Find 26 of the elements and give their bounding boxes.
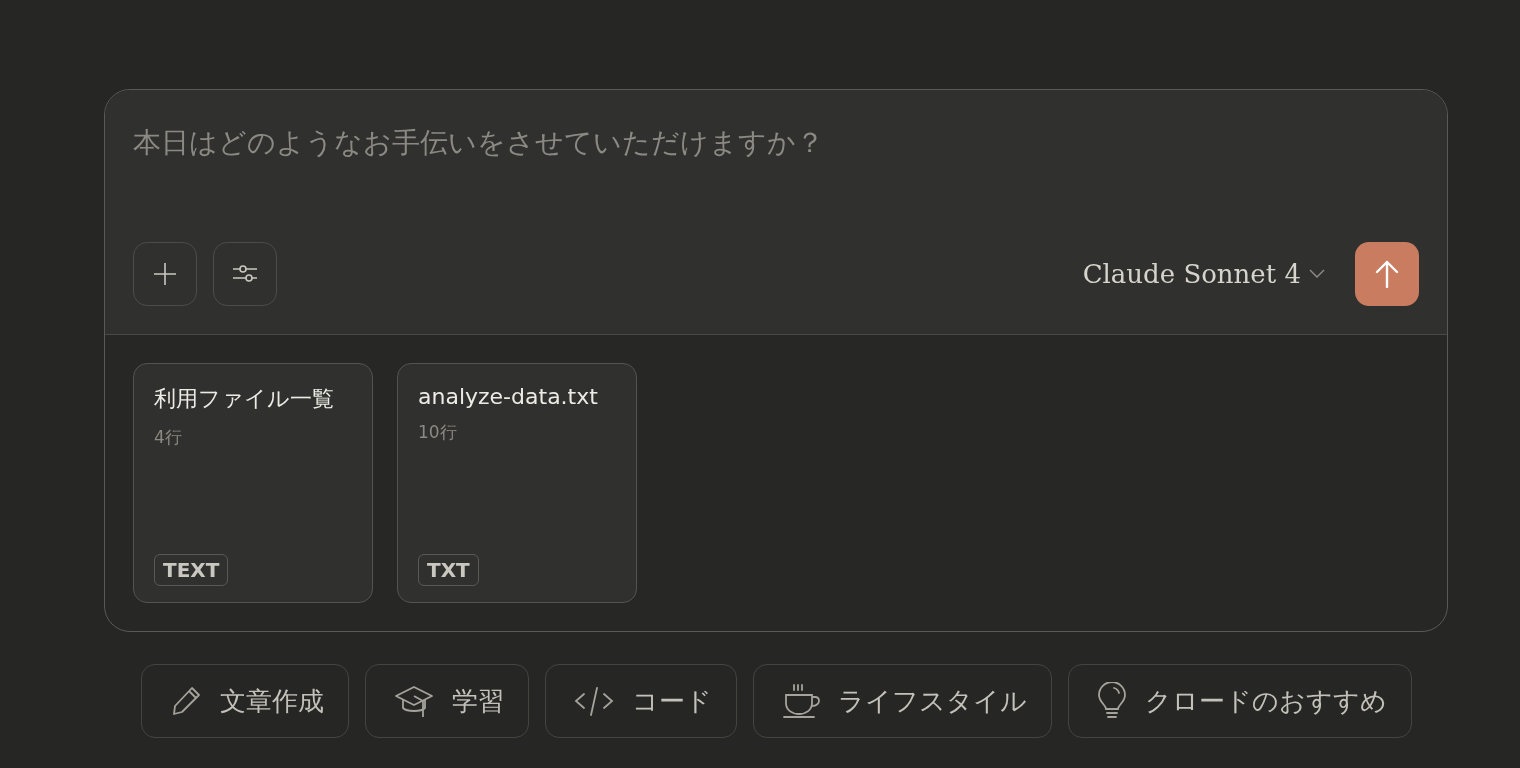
model-selector[interactable]: Claude Sonnet 4 xyxy=(1082,259,1339,289)
file-name: 利用ファイル一覧 xyxy=(154,385,334,413)
line-count: 10行 xyxy=(418,421,457,444)
add-button[interactable] xyxy=(133,242,197,306)
graduation-cap-icon xyxy=(393,684,434,718)
plus-icon xyxy=(152,261,178,287)
arrow-up-icon xyxy=(1375,260,1399,288)
message-input[interactable]: 本日はどのようなお手伝いをさせていただけますか？ Claude Sonnet 4 xyxy=(105,90,1447,335)
send-button[interactable] xyxy=(1355,242,1419,306)
file-type-label: TEXT xyxy=(154,554,229,586)
suggestion-chip[interactable]: コード xyxy=(544,664,737,738)
file-card[interactable]: 利用ファイル一覧 4行 TEXT xyxy=(133,363,373,603)
coffee-cup-icon xyxy=(781,683,820,719)
suggestion-chip[interactable]: 学習 xyxy=(364,664,529,738)
chevron-down-icon xyxy=(1309,269,1325,279)
file-name: analyze-data.txt xyxy=(418,384,598,409)
line-count: 4行 xyxy=(154,426,182,449)
light-bulb-icon xyxy=(1096,682,1127,720)
file-type-label: TXT xyxy=(418,554,479,586)
suggestion-chip[interactable]: クロードのおすすめ xyxy=(1067,664,1412,738)
code-icon xyxy=(573,685,614,717)
suggestion-chip[interactable]: 文章作成 xyxy=(140,664,349,738)
file-card[interactable]: analyze-data.txt 10行 TXT xyxy=(397,363,637,603)
sliders-icon xyxy=(232,265,258,283)
suggestion-chip[interactable]: ライフスタイル xyxy=(752,664,1052,738)
options-button[interactable] xyxy=(213,242,277,306)
